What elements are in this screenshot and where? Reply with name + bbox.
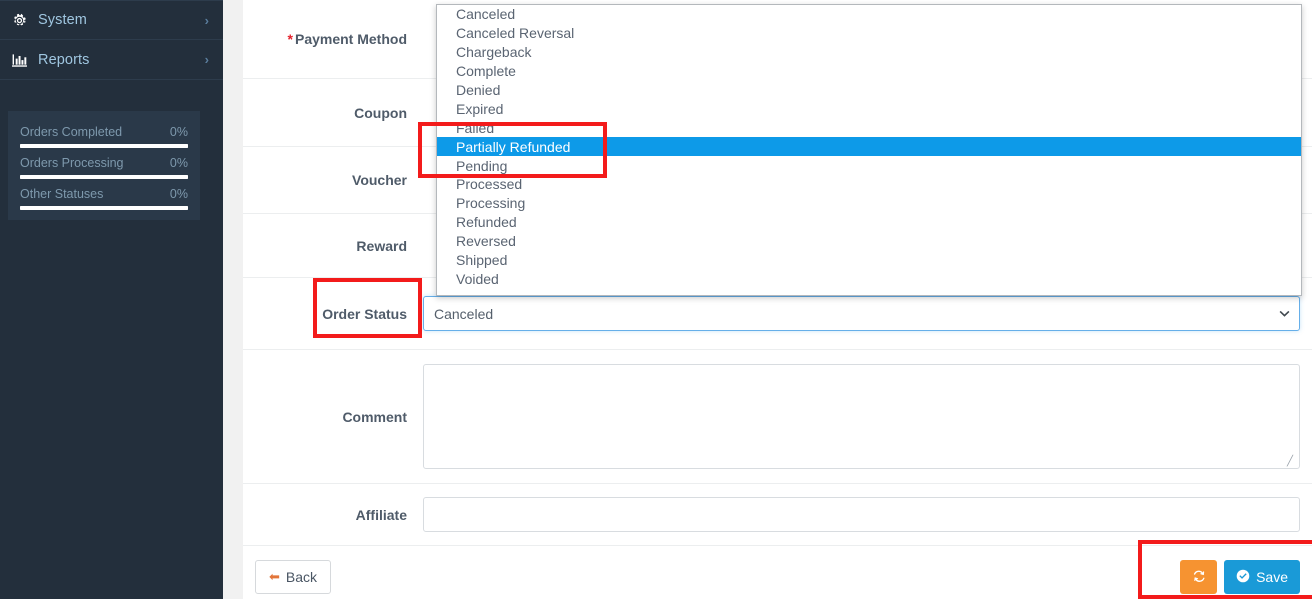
- dropdown-option[interactable]: Shipped: [437, 251, 1301, 270]
- coupon-label: Coupon: [354, 104, 407, 121]
- dropdown-option[interactable]: Partially Refunded: [437, 137, 1301, 157]
- stat-percent: 0%: [169, 187, 188, 201]
- comment-field: ╱: [423, 364, 1300, 469]
- dropdown-option[interactable]: Processed: [437, 175, 1301, 194]
- arrow-left-icon: ⬅: [269, 569, 280, 584]
- stat-orders-completed: Orders Completed 0%: [20, 117, 188, 148]
- dropdown-option[interactable]: Pending: [437, 156, 1301, 175]
- dropdown-option[interactable]: Expired: [437, 99, 1301, 118]
- refresh-button[interactable]: [1180, 560, 1218, 594]
- back-button-label: Back: [285, 569, 318, 585]
- stat-percent: 0%: [169, 156, 188, 170]
- sidebar-item-label: Reports: [38, 51, 90, 68]
- bar-chart-icon: [12, 53, 34, 67]
- dropdown-option[interactable]: Complete: [437, 62, 1301, 81]
- form-row-comment: Comment ╱: [243, 350, 1312, 484]
- gear-icon: [12, 13, 34, 28]
- affiliate-input[interactable]: [423, 497, 1300, 532]
- chevron-right-icon: ›: [204, 52, 209, 67]
- stat-percent: 0%: [169, 125, 188, 139]
- order-status-select[interactable]: Canceled: [423, 296, 1300, 331]
- affiliate-field: [423, 497, 1300, 532]
- stat-label: Other Statuses: [20, 187, 104, 201]
- back-button[interactable]: ⬅ Back: [255, 560, 332, 594]
- dropdown-option[interactable]: Failed: [437, 118, 1301, 137]
- stat-label: Orders Processing: [20, 156, 124, 170]
- dropdown-option[interactable]: Refunded: [437, 213, 1301, 232]
- order-status-dropdown-list[interactable]: Canceled Canceled Reversal Chargeback Compl…: [436, 4, 1302, 296]
- reward-label: Reward: [356, 237, 407, 254]
- sidebar-stats-card: Orders Completed 0% Orders Processing 0%: [8, 111, 200, 220]
- stat-other-statuses: Other Statuses 0%: [20, 179, 188, 210]
- order-status-field: Canceled: [423, 296, 1300, 331]
- sidebar-item-label: System: [38, 12, 87, 28]
- order-status-label: Order Status: [322, 305, 407, 322]
- resize-handle-icon[interactable]: ╱: [1287, 457, 1297, 467]
- refresh-icon: [1192, 569, 1206, 586]
- chevron-right-icon: ›: [204, 12, 209, 28]
- form-footer: ⬅ Back Save: [243, 546, 1312, 599]
- sidebar: System › Reports › Orders Completed 0% O…: [0, 0, 223, 599]
- voucher-label: Voucher: [352, 172, 407, 188]
- footer-actions: Save: [1180, 560, 1300, 594]
- app-root: System › Reports › Orders Completed 0% O…: [0, 0, 1312, 599]
- stat-orders-processing: Orders Processing 0%: [20, 148, 188, 179]
- form-row-affiliate: Affiliate: [243, 484, 1312, 546]
- order-status-selected-value: Canceled: [434, 305, 494, 322]
- dropdown-option[interactable]: Voided: [437, 269, 1301, 288]
- payment-method-label: * Payment Method: [243, 31, 423, 47]
- chevron-down-icon: [1279, 308, 1290, 320]
- sidebar-item-reports[interactable]: Reports ›: [0, 40, 223, 80]
- progress-fill: [20, 206, 188, 210]
- dropdown-option[interactable]: Reversed: [437, 232, 1301, 251]
- save-button-label: Save: [1256, 569, 1288, 585]
- sidebar-item-system[interactable]: System ›: [0, 0, 223, 40]
- affiliate-label: Affiliate: [355, 506, 407, 523]
- dropdown-option[interactable]: Processing: [437, 194, 1301, 213]
- stat-label: Orders Completed: [20, 125, 123, 139]
- check-circle-icon: [1236, 569, 1250, 586]
- dropdown-option[interactable]: Canceled Reversal: [437, 24, 1301, 43]
- comment-textarea[interactable]: ╱: [423, 364, 1300, 469]
- dropdown-option[interactable]: Denied: [437, 81, 1301, 100]
- save-button[interactable]: Save: [1224, 560, 1300, 594]
- dropdown-option[interactable]: Chargeback: [437, 43, 1301, 62]
- required-asterisk: *: [287, 31, 293, 47]
- comment-label: Comment: [342, 408, 407, 425]
- content-gutter: [223, 0, 243, 599]
- label-text: Payment Method: [294, 31, 407, 47]
- dropdown-option[interactable]: Canceled: [437, 5, 1301, 24]
- progress-track: [20, 206, 188, 210]
